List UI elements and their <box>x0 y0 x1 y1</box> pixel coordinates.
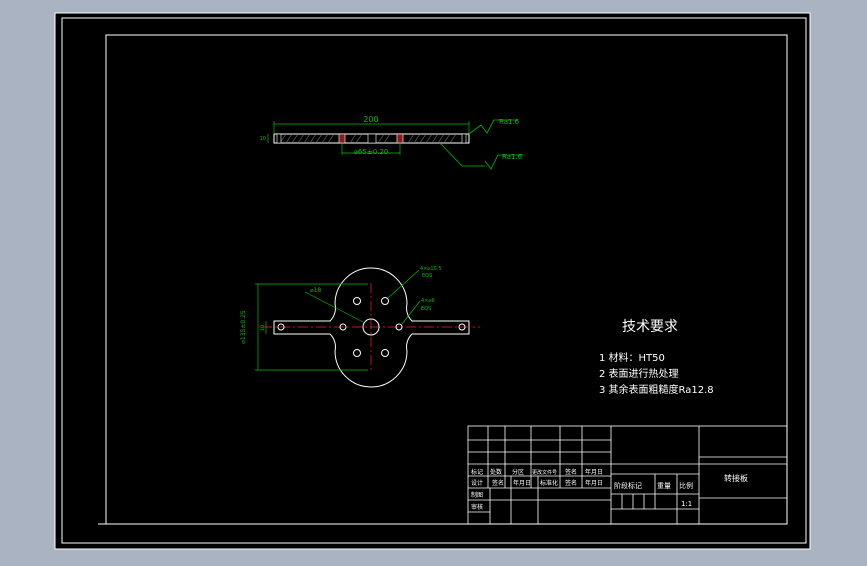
tb-label: 签名 <box>565 479 577 487</box>
cad-viewport: 200 ⌀65±0.20 10 Ra1.6 Ra1.6 ⌀18 4×⌀10.5 … <box>0 0 867 562</box>
tb-label: 标准化 <box>540 479 558 487</box>
small-hole-dia-label: ⌀18 <box>310 287 321 294</box>
tb-label: 更改文件号 <box>532 469 557 476</box>
hole-callout-1-bottom: EQS <box>422 273 432 279</box>
tb-label: 年月日 <box>585 468 603 476</box>
tb-label: 制图 <box>471 491 483 499</box>
tb-weight-label: 重量 <box>657 482 671 490</box>
dim-thickness-label: 10 <box>260 136 266 142</box>
tb-label: 签名 <box>565 468 577 476</box>
dim-height-label: ⌀135±0.25 <box>240 310 247 344</box>
roughness-label-1: Ra1.6 <box>499 118 520 126</box>
tb-scale-value: 1:1 <box>681 500 692 508</box>
tb-scale-label: 比例 <box>679 481 693 490</box>
hole-callout-2-top: 4×⌀6 <box>421 298 435 304</box>
hole-callout-2-bottom: EQS <box>421 306 431 312</box>
section-hole-left <box>338 133 346 144</box>
dim-bolt-circle-label: ⌀65±0.20 <box>354 148 389 156</box>
tb-label: 审核 <box>471 503 483 511</box>
drawing-canvas: 200 ⌀65±0.20 10 Ra1.6 Ra1.6 ⌀18 4×⌀10.5 … <box>54 12 811 550</box>
tb-part-name: 转接板 <box>724 473 748 483</box>
section-hole-right <box>396 133 404 144</box>
tech-req-title: 技术要求 <box>622 319 678 335</box>
tb-label: 年月日 <box>513 479 531 487</box>
tb-label: 处数 <box>490 468 502 476</box>
section-end-left <box>276 133 282 144</box>
tb-label: 签名 <box>492 479 504 487</box>
tb-label: 分区 <box>512 468 524 476</box>
tech-req-item-3: 3 其余表面粗糙度Ra12.8 <box>599 383 714 396</box>
drawing-background <box>54 12 811 550</box>
tech-req-item-1: 1 材料：HT50 <box>599 351 665 364</box>
dim-length-label: 200 <box>363 115 378 124</box>
dim-arm-width-label: 10 <box>260 325 266 331</box>
section-hole-center <box>367 133 377 144</box>
roughness-label-2: Ra1.6 <box>502 153 523 161</box>
tb-label: 年月日 <box>585 479 603 487</box>
hole-callout-1-top: 4×⌀10.5 <box>420 266 442 272</box>
tb-label: 设计 <box>471 479 483 487</box>
tb-stage-label: 阶段标记 <box>614 481 642 490</box>
section-end-right <box>461 133 467 144</box>
tech-req-item-2: 2 表面进行热处理 <box>599 367 679 380</box>
tb-label: 标记 <box>471 468 483 476</box>
